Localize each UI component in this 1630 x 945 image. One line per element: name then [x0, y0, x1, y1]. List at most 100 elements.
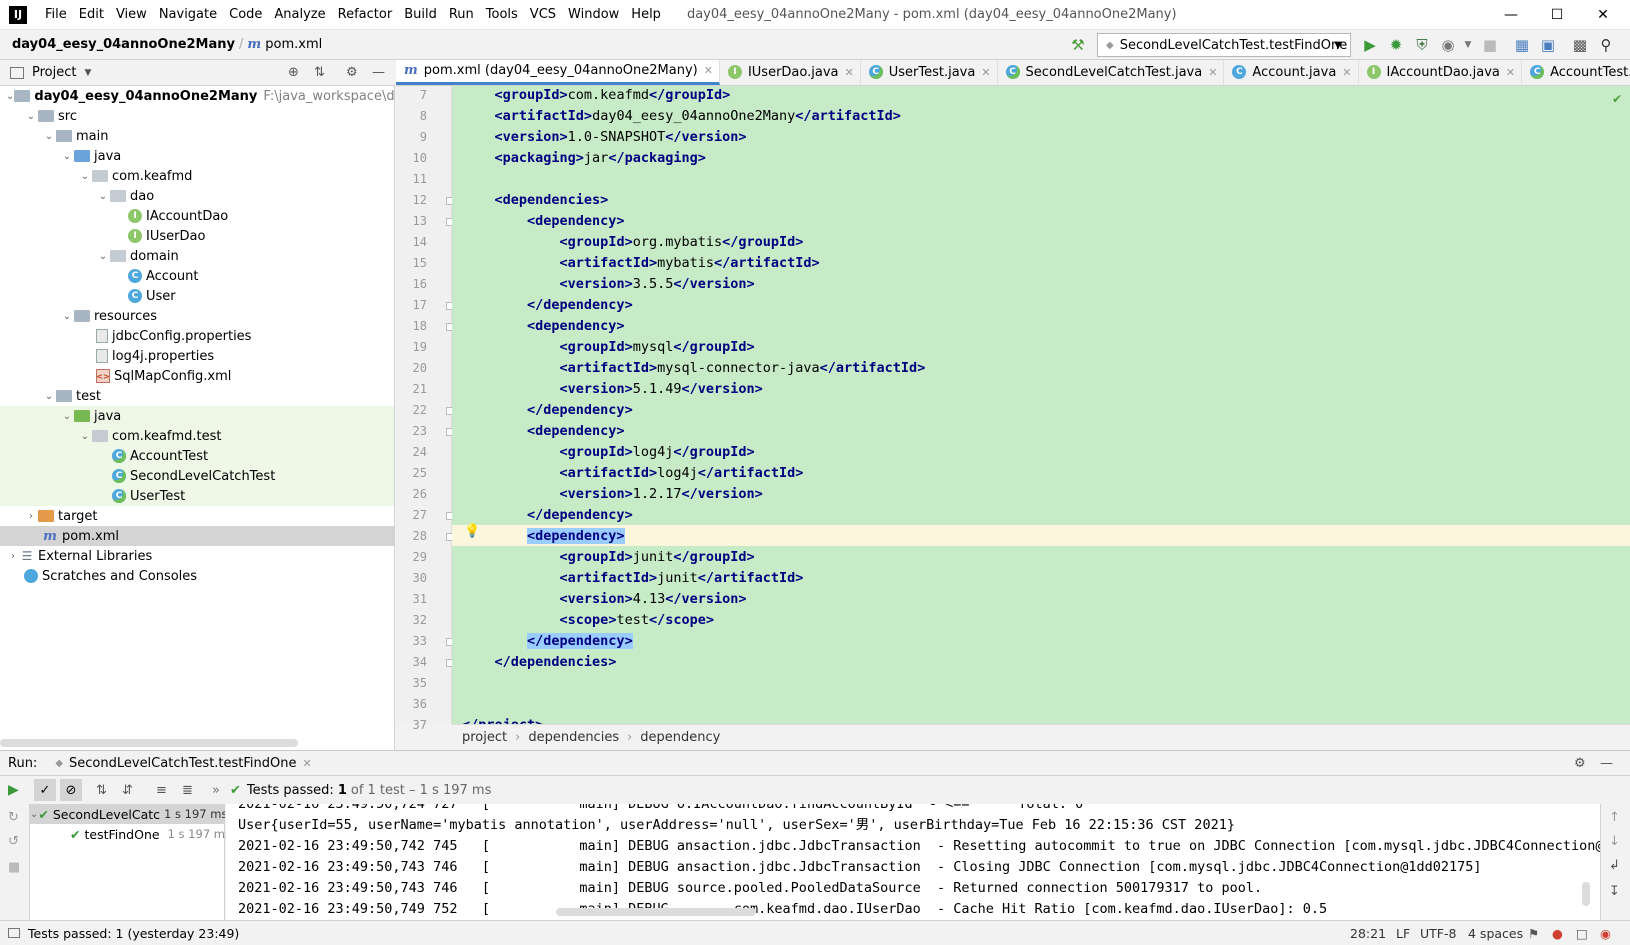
tab-secondlevelcatchtest[interactable]: C SecondLevelCatchTest.java ✕ — [998, 60, 1225, 85]
hide-panel-icon[interactable]: — — [1600, 756, 1613, 771]
tree-node-secondlevelcatchtest[interactable]: C SecondLevelCatchTest — [0, 466, 394, 486]
close-icon[interactable]: ✕ — [704, 64, 713, 77]
tree-node-resources[interactable]: ⌄ resources — [0, 306, 394, 326]
close-icon[interactable]: ✕ — [1208, 66, 1217, 79]
chevron-down-icon[interactable]: ⌄ — [60, 151, 74, 162]
scroll-down-icon[interactable]: ↓ — [1609, 834, 1620, 849]
menu-help[interactable]: Help — [625, 0, 667, 30]
run-configuration-select[interactable]: ◆ SecondLevelCatchTest.testFindOne ▼ — [1097, 33, 1351, 57]
menu-file[interactable]: File — [39, 0, 73, 30]
lock-icon[interactable]: ⚑ — [1528, 921, 1539, 945]
tree-node-dao[interactable]: ⌄ dao — [0, 186, 394, 206]
tree-node-package-test[interactable]: ⌄ com.keafmd.test — [0, 426, 394, 446]
inspection-ok-icon[interactable]: ✔ — [1612, 92, 1622, 106]
breadcrumb-project[interactable]: project — [462, 730, 507, 745]
gear-icon[interactable]: ⚙ — [346, 65, 358, 80]
chevron-down-icon[interactable]: ▼ — [84, 68, 91, 78]
chevron-down-icon[interactable]: ⌄ — [6, 91, 14, 102]
menu-view[interactable]: View — [110, 0, 153, 30]
chevron-right-icon[interactable]: › — [6, 551, 20, 562]
console-vertical-scrollbar[interactable] — [1582, 882, 1590, 906]
project-structure-icon[interactable]: ▦ — [1512, 35, 1532, 55]
tree-node-jdbcconfig[interactable]: jdbcConfig.properties — [0, 326, 394, 346]
gear-icon[interactable]: ⚙ — [1574, 756, 1586, 771]
tree-node-src[interactable]: ⌄ src — [0, 106, 394, 126]
show-ignored-icon[interactable]: ⊘ — [60, 779, 82, 801]
tab-account[interactable]: C Account.java ✕ — [1224, 60, 1359, 85]
chevron-down-icon[interactable]: ⌄ — [30, 809, 38, 820]
collapse-all-icon[interactable]: ≣ — [182, 783, 193, 798]
tree-node-java-main[interactable]: ⌄ java — [0, 146, 394, 166]
tree-node-account[interactable]: C Account — [0, 266, 394, 286]
test-tree-child[interactable]: ✔ testFindOne 1 s 197 ms — [30, 824, 231, 844]
scroll-up-icon[interactable]: ↑ — [1609, 810, 1620, 825]
minimize-icon[interactable]: — — [1488, 0, 1534, 30]
error-report-icon[interactable]: ◉ — [1600, 921, 1611, 945]
event-log-icon[interactable]: □ — [1576, 921, 1588, 945]
menu-window[interactable]: Window — [562, 0, 625, 30]
nav-file[interactable]: m pom.xml — [243, 37, 326, 52]
run-tab[interactable]: ◆ SecondLevelCatchTest.testFindOne ✕ — [55, 756, 311, 771]
close-icon[interactable]: ✕ — [845, 66, 854, 79]
status-message[interactable]: Tests passed: 1 (yesterday 23:49) — [28, 926, 239, 941]
menu-run[interactable]: Run — [443, 0, 480, 30]
tree-node-pom[interactable]: m pom.xml — [0, 526, 394, 546]
intention-bulb-icon[interactable]: 💡 — [464, 524, 480, 539]
breadcrumb-dependencies[interactable]: dependencies — [528, 730, 619, 745]
tree-node-sqlmapconfig[interactable]: <> SqlMapConfig.xml — [0, 366, 394, 386]
tree-node-accounttest[interactable]: C AccountTest — [0, 446, 394, 466]
menu-edit[interactable]: Edit — [73, 0, 110, 30]
tree-node-test[interactable]: ⌄ test — [0, 386, 394, 406]
menu-vcs[interactable]: VCS — [524, 0, 562, 30]
tab-iuserdao[interactable]: I IUserDao.java ✕ — [720, 60, 861, 85]
tree-node-target[interactable]: › target — [0, 506, 394, 526]
menu-tools[interactable]: Tools — [480, 0, 524, 30]
chevron-down-icon[interactable]: ⌄ — [78, 171, 92, 182]
chevron-down-icon[interactable]: ⌄ — [42, 131, 56, 142]
scroll-to-end-icon[interactable]: ↧ — [1609, 884, 1620, 899]
terminal-window-icon[interactable]: ▩ — [1570, 35, 1590, 55]
show-passed-icon[interactable]: ✓ — [34, 779, 56, 801]
chevron-down-icon[interactable]: ⌄ — [42, 391, 56, 402]
tree-node-package-main[interactable]: ⌄ com.keafmd — [0, 166, 394, 186]
tree-node-user[interactable]: C User — [0, 286, 394, 306]
chevron-down-icon[interactable]: ⌄ — [96, 251, 110, 262]
run-icon[interactable]: ▶ — [1360, 35, 1380, 55]
tree-node-usertest[interactable]: C UserTest — [0, 486, 394, 506]
sort-duration-icon[interactable]: ⇵ — [122, 783, 133, 798]
test-tree-root[interactable]: ⌄ ✔ SecondLevelCatc 1 s 197 ms — [30, 804, 225, 824]
profile-icon[interactable]: ◉ — [1438, 35, 1458, 55]
tree-node-iuserdao[interactable]: I IUserDao — [0, 226, 394, 246]
rerun-failed-icon[interactable]: ↻ — [8, 810, 19, 825]
translate-icon[interactable]: ▣ — [1538, 35, 1558, 55]
tree-node-java-test[interactable]: ⌄ java — [0, 406, 394, 426]
menu-code[interactable]: Code — [223, 0, 268, 30]
collapse-all-icon[interactable]: ⇅ — [314, 65, 325, 80]
close-icon[interactable]: ✕ — [303, 757, 312, 770]
chevron-down-icon[interactable]: ⌄ — [60, 411, 74, 422]
close-icon[interactable]: ✕ — [1506, 66, 1515, 79]
tab-usertest[interactable]: C UserTest.java ✕ — [861, 60, 998, 85]
caret-position[interactable]: 28:21 — [1350, 921, 1386, 945]
menu-navigate[interactable]: Navigate — [153, 0, 223, 30]
menu-analyze[interactable]: Analyze — [268, 0, 331, 30]
indent-setting[interactable]: 4 spaces — [1468, 921, 1523, 945]
search-icon[interactable]: ⚲ — [1596, 35, 1616, 55]
close-icon[interactable]: ✕ — [981, 66, 990, 79]
more-icon[interactable]: » — [212, 783, 220, 798]
tab-accounttest[interactable]: CAccountTest.java✕ — [1522, 60, 1630, 85]
code-editor[interactable]: <groupId>com.keafmd</groupId> <artifactI… — [452, 86, 1630, 724]
build-hammer-icon[interactable]: ⚒ — [1068, 35, 1088, 55]
menu-refactor[interactable]: Refactor — [332, 0, 399, 30]
tree-node-main[interactable]: ⌄ main — [0, 126, 394, 146]
tab-pom-xml[interactable]: m pom.xml (day04_eesy_04annoOne2Many) ✕ — [396, 60, 720, 85]
profile-chevron-icon[interactable]: ▼ — [1458, 35, 1478, 55]
tool-window-toggle-icon[interactable] — [8, 928, 20, 938]
stop-icon[interactable]: ■ — [8, 860, 20, 875]
console-horizontal-scrollbar[interactable] — [556, 908, 756, 916]
menu-build[interactable]: Build — [398, 0, 443, 30]
stop-icon[interactable]: ■ — [1480, 35, 1500, 55]
tree-node-scratches[interactable]: Scratches and Consoles — [0, 566, 394, 586]
expand-all-icon[interactable]: ≡ — [156, 783, 167, 798]
chevron-down-icon[interactable]: ⌄ — [60, 311, 74, 322]
